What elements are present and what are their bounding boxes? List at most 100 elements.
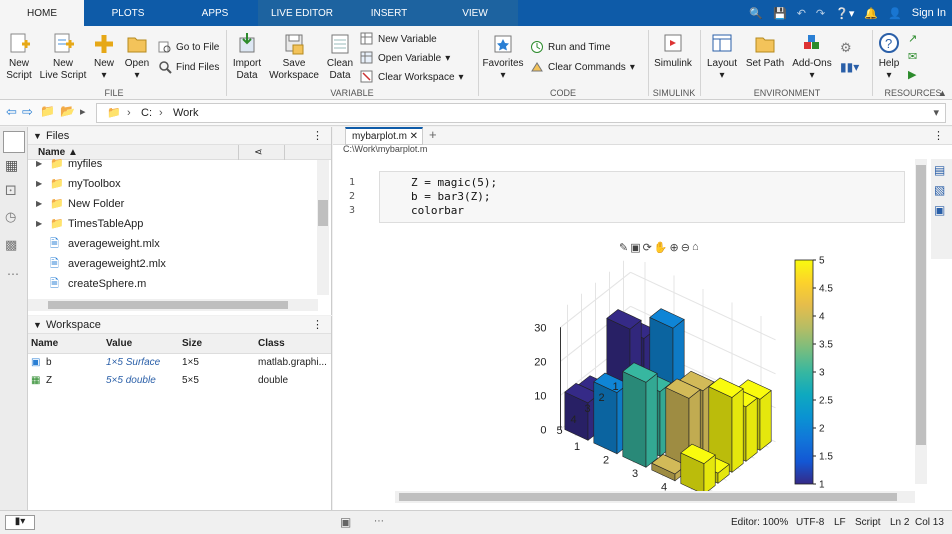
sign-in-button[interactable]: Sign In bbox=[912, 7, 946, 19]
expand-icon[interactable]: ▶ bbox=[36, 154, 42, 174]
hide-code-icon[interactable]: ▣ bbox=[934, 203, 945, 217]
layout-button[interactable]: Layout ▾ bbox=[704, 32, 740, 82]
list-item[interactable]: 🗎 createSphere.m bbox=[28, 274, 318, 294]
more-icon[interactable]: ⋯ bbox=[7, 267, 19, 281]
ws-col-name[interactable]: Name bbox=[31, 334, 58, 354]
list-item[interactable]: ▶ 📁 myfiles bbox=[28, 154, 318, 174]
table-row[interactable]: ▦ Z 5×5 double 5×5 double bbox=[28, 372, 331, 390]
output-inline-icon[interactable]: ▤ bbox=[934, 163, 945, 177]
expand-icon[interactable]: ▶ bbox=[36, 194, 42, 214]
new-button[interactable]: New ▾ bbox=[92, 32, 116, 82]
list-item[interactable]: ▶ 📁 New Folder bbox=[28, 194, 318, 214]
editor-zoom[interactable]: Editor: 100% bbox=[731, 517, 788, 528]
collapse-icon[interactable]: ▼ bbox=[33, 316, 42, 334]
table-row[interactable]: ▣ b 1×5 Surface 1×5 matlab.graphi... bbox=[28, 354, 331, 372]
scrollbar-thumb[interactable] bbox=[318, 200, 328, 226]
path-drive[interactable]: C: bbox=[141, 104, 152, 122]
scrollbar-thumb[interactable] bbox=[916, 165, 926, 445]
cursor-position[interactable]: Ln 2 Col 13 bbox=[890, 517, 944, 528]
chevron-right-icon[interactable]: ▸ bbox=[80, 105, 86, 118]
list-item[interactable]: ▶ 📁 myToolbox bbox=[28, 174, 318, 194]
new-script-button[interactable]: New Script bbox=[4, 32, 34, 82]
editor-tab[interactable]: mybarplot.m ✕ bbox=[345, 127, 423, 145]
support-icon[interactable]: ✉ bbox=[908, 50, 917, 63]
add-tab-icon[interactable]: + bbox=[429, 127, 437, 142]
list-item[interactable]: ▶ 📁 TimesTableApp bbox=[28, 214, 318, 234]
community-share-icon[interactable]: ↗ bbox=[908, 32, 917, 45]
tab-insert[interactable]: INSERT bbox=[346, 0, 432, 26]
video-icon[interactable]: ▶ bbox=[908, 68, 916, 81]
history-icon[interactable]: ◷ bbox=[5, 209, 16, 225]
up-folder-icon[interactable]: 📁 bbox=[40, 104, 55, 118]
editor-hscrollbar[interactable] bbox=[395, 491, 915, 503]
find-files-button[interactable]: Find Files bbox=[158, 60, 219, 74]
editor-scrollbar[interactable] bbox=[915, 159, 927, 484]
code-line[interactable]: 2 b = bar3(Z); bbox=[333, 190, 893, 204]
save-workspace-button[interactable]: Save Workspace bbox=[268, 32, 320, 82]
menu-dots-icon[interactable]: ⋮ bbox=[312, 127, 323, 145]
community-icon[interactable]: ▮▮▾ bbox=[840, 60, 859, 74]
bar3-chart[interactable]: 3020100123451234554.543.532.521.51 bbox=[433, 247, 853, 492]
ws-col-size[interactable]: Size bbox=[182, 334, 202, 354]
menu-dots-icon[interactable]: ⋮ bbox=[933, 129, 944, 142]
save-icon[interactable]: 💾 bbox=[773, 7, 787, 20]
encoding[interactable]: UTF-8 bbox=[796, 517, 824, 528]
line-ending[interactable]: LF bbox=[834, 517, 846, 528]
undo-icon[interactable]: ↶ bbox=[797, 7, 806, 20]
addons-sidebar-icon[interactable]: ▩ bbox=[5, 237, 17, 253]
browse-folder-icon[interactable]: 📂 bbox=[60, 104, 75, 118]
dependency-icon[interactable]: ⚀ bbox=[5, 183, 16, 199]
list-item[interactable]: 🗎 averageweight2.mlx bbox=[28, 254, 318, 274]
output-right-icon[interactable]: ▧ bbox=[934, 183, 945, 197]
gear-icon[interactable]: ⚙ bbox=[840, 40, 852, 56]
collapse-icon[interactable]: ▼ bbox=[33, 127, 42, 145]
more-icon[interactable]: ⋯ bbox=[374, 516, 384, 527]
tab-live-editor[interactable]: LIVE EDITOR bbox=[258, 0, 346, 26]
hscrollbar-thumb[interactable] bbox=[48, 301, 288, 309]
files-scrollbar[interactable] bbox=[317, 160, 329, 295]
import-data-button[interactable]: Import Data bbox=[230, 32, 264, 82]
workspace-panel-icon[interactable]: ▦ bbox=[5, 157, 18, 174]
status-panels-icon[interactable]: ▮▾ bbox=[5, 515, 35, 530]
run-and-time-button[interactable]: Run and Time bbox=[530, 40, 610, 54]
file-type[interactable]: Script bbox=[855, 517, 881, 528]
new-variable-button[interactable]: New Variable bbox=[360, 32, 437, 46]
tab-apps[interactable]: APPS bbox=[172, 0, 258, 26]
clear-workspace-button[interactable]: Clear Workspace ▾ bbox=[360, 70, 464, 84]
code-line[interactable]: 1 Z = magic(5); bbox=[333, 176, 893, 190]
path-field[interactable]: 📁 › C: › Work ▾ bbox=[96, 103, 946, 123]
tab-view[interactable]: VIEW bbox=[432, 0, 518, 26]
go-to-file-button[interactable]: Go to File bbox=[158, 40, 219, 54]
close-icon[interactable]: ✕ bbox=[410, 129, 418, 144]
back-icon[interactable]: ⇦ bbox=[6, 104, 17, 120]
redo-icon[interactable]: ↷ bbox=[816, 7, 825, 20]
set-path-button[interactable]: Set Path bbox=[744, 32, 786, 70]
code-line[interactable]: 3 colorbar bbox=[333, 204, 893, 218]
files-hscrollbar[interactable] bbox=[28, 299, 318, 311]
help-button[interactable]: ? Help ▾ bbox=[876, 32, 902, 82]
chevron-down-icon[interactable]: ▾ bbox=[933, 104, 939, 122]
open-button[interactable]: Open ▾ bbox=[124, 32, 150, 82]
expand-icon[interactable]: ▶ bbox=[36, 214, 42, 234]
menu-dots-icon[interactable]: ⋮ bbox=[312, 316, 323, 334]
ws-col-value[interactable]: Value bbox=[106, 334, 132, 354]
list-item[interactable]: 🗎 averageweight.mlx bbox=[28, 234, 318, 254]
collapse-ribbon-icon[interactable]: ▲ bbox=[938, 88, 947, 98]
bell-icon[interactable]: 🔔 bbox=[864, 7, 878, 20]
simulink-button[interactable]: Simulink bbox=[652, 32, 694, 70]
files-panel-icon[interactable] bbox=[3, 131, 25, 153]
path-folder[interactable]: Work bbox=[173, 104, 198, 122]
tab-home[interactable]: HOME bbox=[0, 0, 84, 26]
clear-commands-button[interactable]: Clear Commands ▾ bbox=[530, 60, 635, 74]
open-variable-button[interactable]: Open Variable ▾ bbox=[360, 51, 450, 65]
favorites-button[interactable]: Favorites ▾ bbox=[482, 32, 524, 82]
window-icon[interactable]: ▣ bbox=[340, 515, 351, 529]
add-ons-button[interactable]: Add-Ons ▾ bbox=[790, 32, 834, 82]
person-icon[interactable]: 👤 bbox=[888, 7, 902, 20]
new-live-script-button[interactable]: New Live Script bbox=[38, 32, 88, 82]
clean-data-button[interactable]: Clean Data bbox=[324, 32, 356, 82]
forward-icon[interactable]: ⇨ bbox=[22, 104, 33, 120]
expand-icon[interactable]: ▶ bbox=[36, 174, 42, 194]
hscrollbar-thumb[interactable] bbox=[399, 493, 897, 501]
search-icon[interactable]: 🔍 bbox=[749, 7, 763, 20]
